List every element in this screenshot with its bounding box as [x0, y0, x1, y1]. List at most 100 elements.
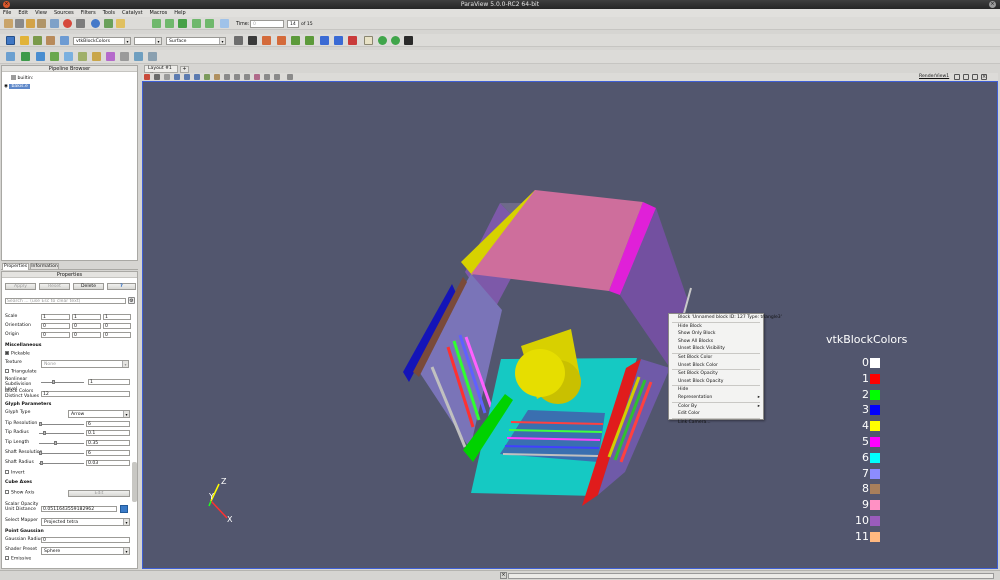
select-surface-points-icon[interactable] [184, 74, 190, 80]
tip-radius-field[interactable]: 0.1 [86, 430, 130, 436]
load-state-icon[interactable] [37, 19, 46, 28]
threshold-icon[interactable] [64, 52, 73, 61]
menu-item-unset-block-visibility[interactable]: Unset Block Visibility [669, 345, 763, 353]
scale-x-field[interactable]: 1 [41, 314, 70, 320]
menu-item-hide-block[interactable]: Hide Block [669, 323, 763, 331]
play-icon[interactable] [178, 19, 187, 28]
shaft-radius-field[interactable]: 0.03 [86, 460, 130, 466]
delete-button[interactable]: Delete [73, 283, 104, 290]
grow-selection-icon[interactable] [224, 74, 230, 80]
view-y-plus-icon[interactable] [291, 36, 300, 45]
select-frustum-icon[interactable] [194, 74, 200, 80]
emissive-checkbox[interactable]: Emissive [5, 556, 31, 562]
view-split-icon[interactable] [144, 74, 150, 80]
invert-checkbox[interactable]: Invert [5, 470, 25, 476]
help-icon[interactable] [91, 19, 100, 28]
toggle-3d-icon[interactable] [154, 74, 160, 80]
camera-reset-icon[interactable] [104, 19, 113, 28]
polygon-select-icon[interactable] [254, 74, 260, 80]
interaction-mode-icon[interactable] [364, 36, 373, 45]
slider-handle[interactable] [39, 451, 42, 455]
color-by-select[interactable]: vtkBlockColors ▾ [73, 37, 131, 45]
origin-z-field[interactable]: 0 [103, 332, 131, 338]
shaft-res-field[interactable]: 6 [86, 450, 130, 456]
clip-icon[interactable] [36, 52, 45, 61]
menu-item-color-by[interactable]: Color By ▸ [669, 403, 763, 411]
menu-item-link-camera[interactable]: Link Camera... [669, 419, 763, 427]
frame-spinbox[interactable]: 14 [287, 20, 299, 28]
reset-button[interactable]: Reset [39, 283, 70, 290]
menu-item-unset-block-color[interactable]: Unset Block Color [669, 362, 763, 370]
pipeline-source-item[interactable]: ◉ bakis.e [4, 83, 32, 90]
component-select[interactable]: ▾ [134, 37, 162, 45]
glyph-type-select[interactable]: Arrow ▾ [68, 410, 130, 418]
extract-level-icon[interactable] [148, 52, 157, 61]
orientation-y-field[interactable]: 0 [72, 323, 101, 329]
select-surface-cells-icon[interactable] [174, 74, 180, 80]
texture-select[interactable]: None ▾ [41, 360, 129, 368]
slice-icon[interactable] [50, 52, 59, 61]
scale-z-field[interactable]: 1 [103, 314, 131, 320]
menu-macros[interactable]: Macros [150, 10, 168, 16]
menu-file[interactable]: File [3, 10, 11, 16]
previous-frame-icon[interactable] [165, 19, 174, 28]
menu-item-unset-block-opacity[interactable]: Unset Block Opacity [669, 378, 763, 386]
warp-icon[interactable] [120, 52, 129, 61]
view-z-minus-icon[interactable] [334, 36, 343, 45]
tab-information[interactable]: Information [30, 263, 59, 270]
open-icon[interactable] [4, 19, 13, 28]
close-icon[interactable]: × [989, 1, 996, 8]
mapper-select[interactable]: Projected tetra ▾ [41, 518, 130, 526]
next-frame-icon[interactable] [192, 19, 201, 28]
tip-length-slider[interactable] [39, 441, 84, 445]
split-horizontal-icon[interactable] [954, 74, 960, 80]
close-icon[interactable]: × [500, 572, 507, 579]
contour-icon[interactable] [21, 52, 30, 61]
shrink-selection-icon[interactable] [234, 74, 240, 80]
clear-selection-icon[interactable] [244, 74, 250, 80]
rotate-90-icon[interactable] [348, 36, 357, 45]
slider-handle[interactable] [52, 380, 55, 384]
shaft-res-slider[interactable] [39, 451, 84, 455]
pipeline-toggle-icon[interactable] [6, 36, 15, 45]
orientation-x-field[interactable]: 0 [41, 323, 70, 329]
view-z-plus-icon[interactable] [320, 36, 329, 45]
origin-y-field[interactable]: 0 [72, 332, 101, 338]
orientation-z-field[interactable]: 0 [103, 323, 131, 329]
menu-sources[interactable]: Sources [54, 10, 74, 16]
tip-radius-slider[interactable] [39, 431, 84, 435]
view-x-plus-icon[interactable] [262, 36, 271, 45]
loop-icon[interactable] [220, 19, 229, 28]
calculator-icon[interactable] [6, 52, 15, 61]
glyph-icon[interactable] [92, 52, 101, 61]
nonlinear-field[interactable]: 1 [88, 379, 130, 385]
close-window-icon[interactable]: × [3, 1, 10, 8]
reset-camera-icon[interactable] [234, 36, 243, 45]
new-tab-button[interactable]: + [180, 66, 189, 73]
scale-y-field[interactable]: 1 [72, 314, 101, 320]
connect-icon[interactable] [50, 19, 59, 28]
split-vertical-icon[interactable] [963, 74, 969, 80]
apply-button[interactable]: Apply [5, 283, 36, 290]
scalar-opacity-field[interactable]: 0.0511643559182962 [41, 506, 117, 512]
select-block-icon[interactable] [204, 74, 210, 80]
search-input[interactable]: Search ... (use Esc to clear text) [5, 298, 126, 304]
eye-icon[interactable]: ◉ [4, 84, 8, 89]
view-y-minus-icon[interactable] [305, 36, 314, 45]
pipeline-root[interactable]: builtin: [11, 75, 33, 81]
menu-view[interactable]: View [35, 10, 47, 16]
rotate-ccw-icon[interactable] [391, 36, 400, 45]
lock-icon[interactable] [287, 74, 293, 80]
menu-edit[interactable]: Edit [18, 10, 28, 16]
help-button[interactable]: ? [107, 283, 136, 290]
menu-item-show-all-blocks[interactable]: Show All Blocks [669, 338, 763, 346]
interactive-select-icon[interactable] [214, 74, 220, 80]
tip-res-field[interactable]: 6 [86, 421, 130, 427]
stream-tracer-icon[interactable] [106, 52, 115, 61]
triangulate-checkbox[interactable]: Triangulate [5, 369, 37, 375]
gear-icon[interactable]: ⚙ [128, 297, 135, 304]
capture-icon[interactable] [404, 36, 413, 45]
scrollbar-thumb[interactable] [132, 462, 137, 502]
slider-handle[interactable] [43, 431, 46, 435]
time-input[interactable]: 0 [250, 20, 284, 28]
